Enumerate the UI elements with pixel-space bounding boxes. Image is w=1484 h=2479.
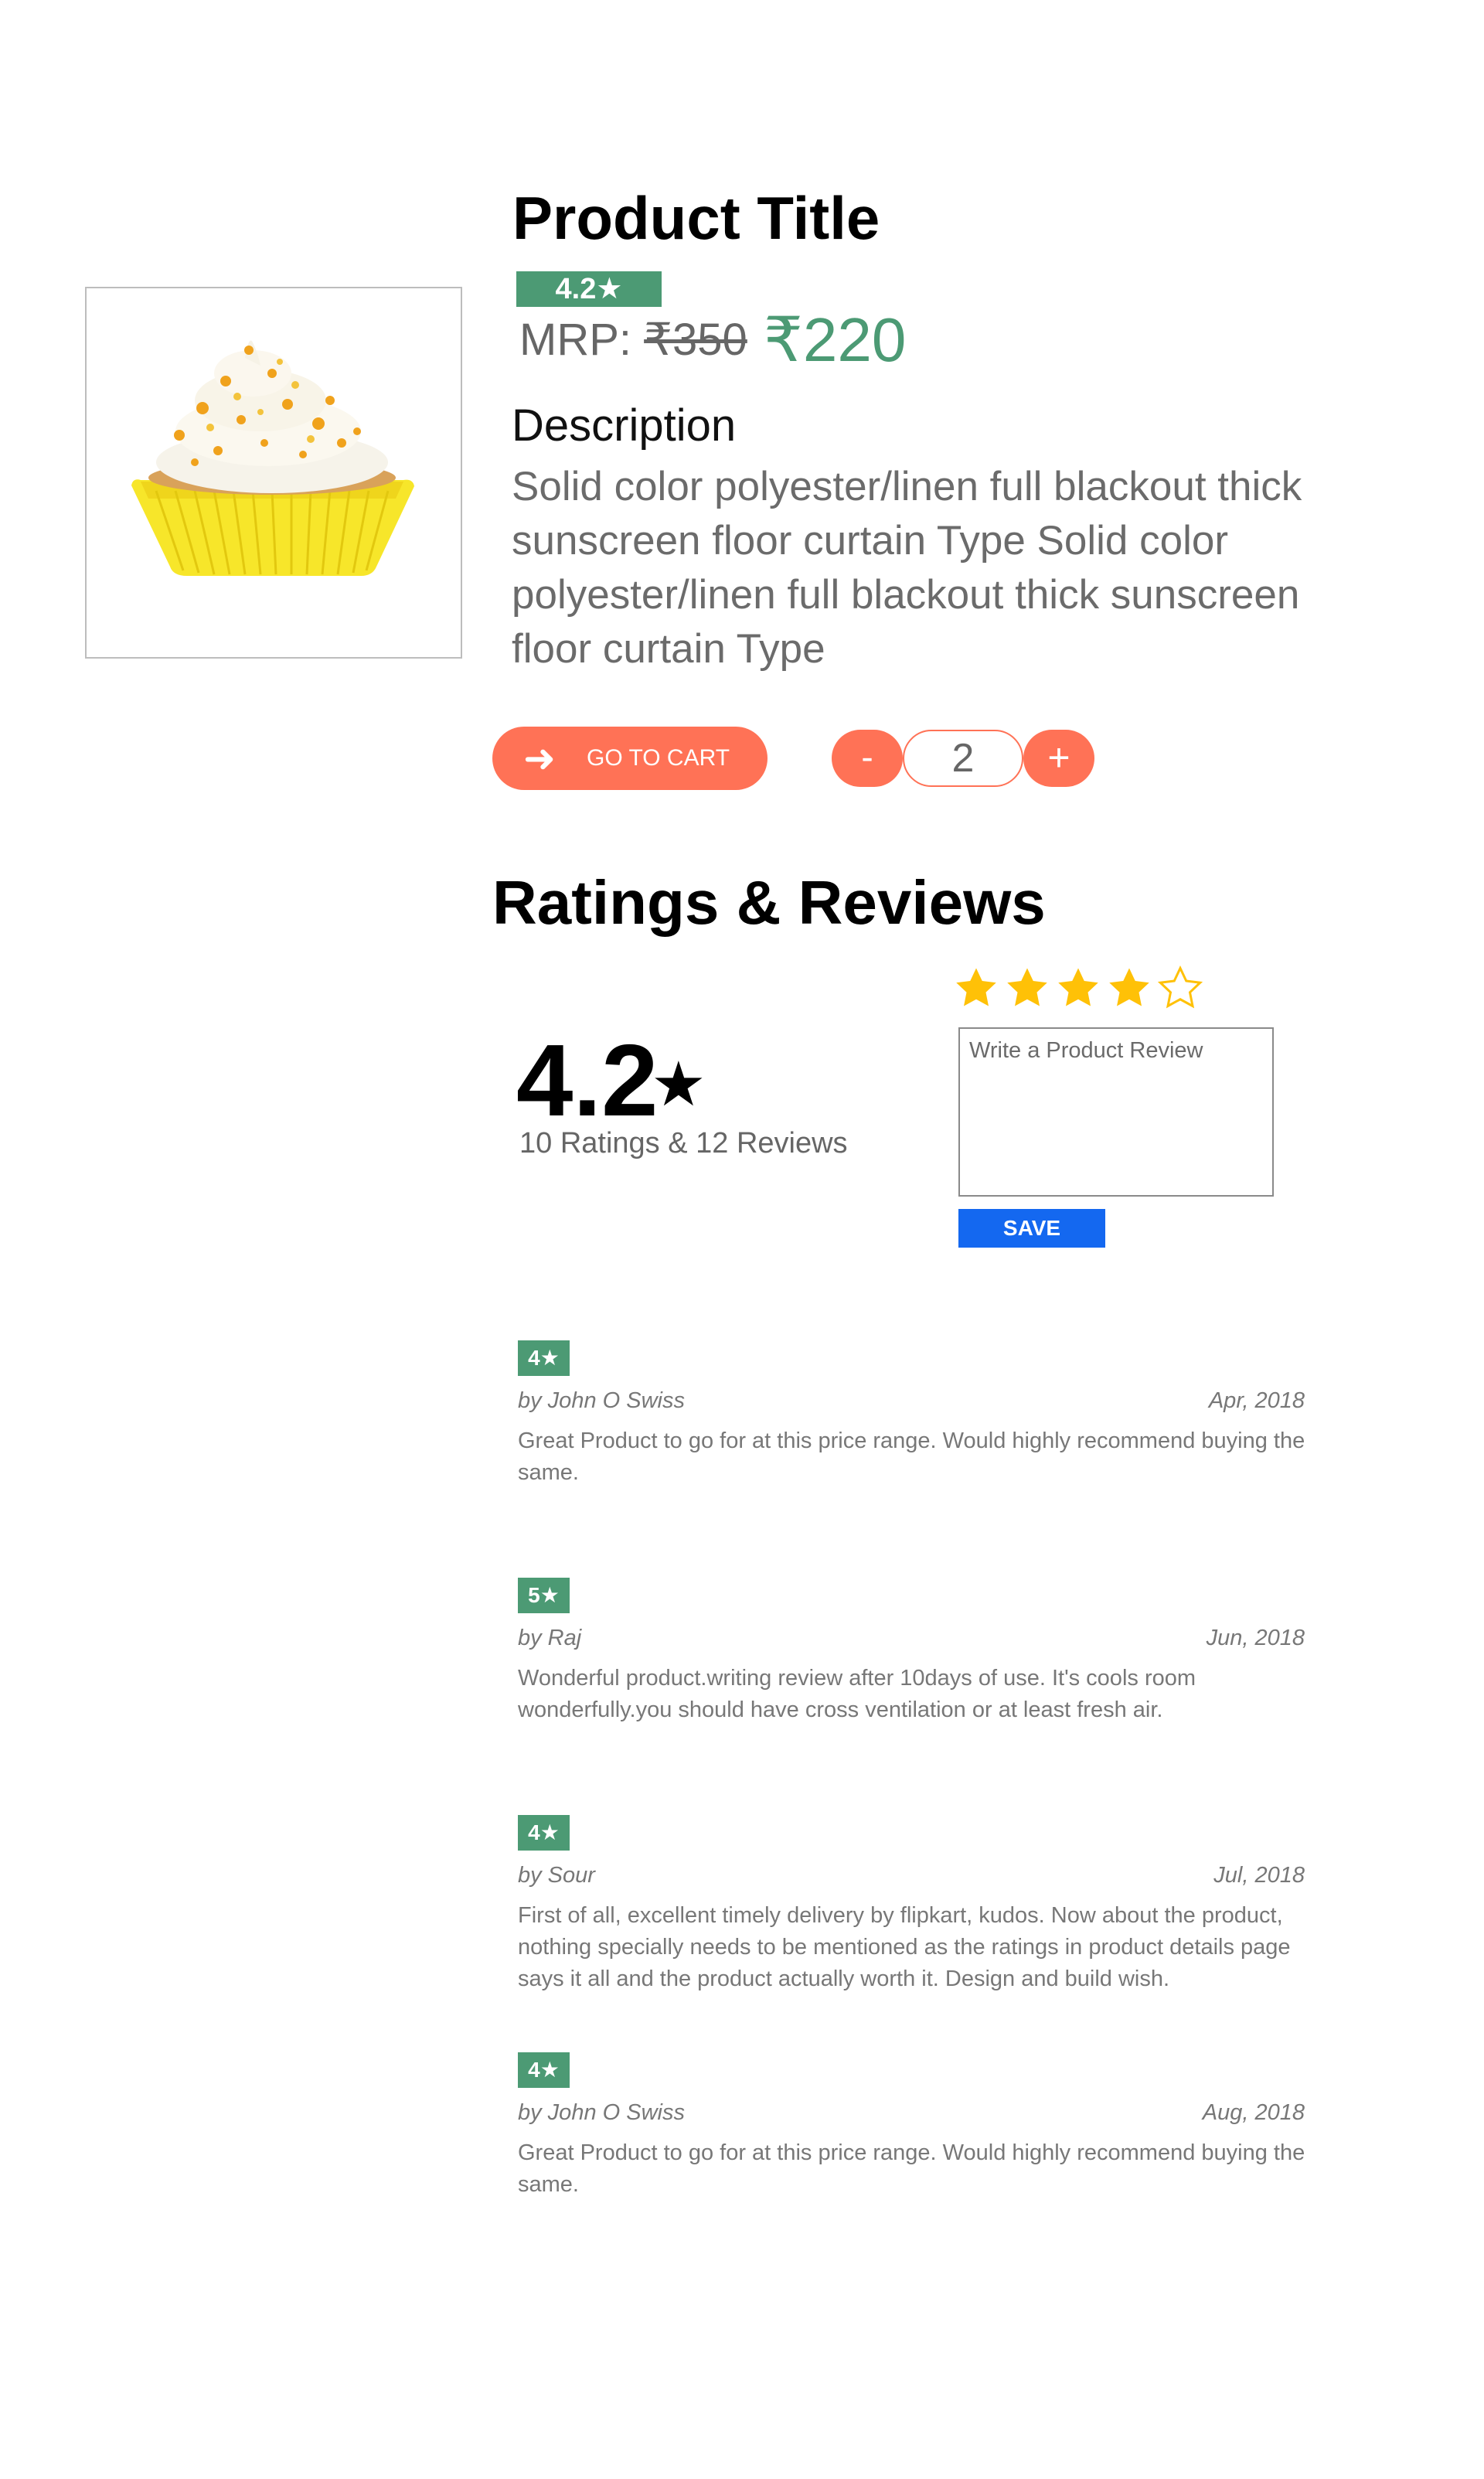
review-date: Aug, 2018 xyxy=(1202,2100,1305,2125)
star-icon: ★ xyxy=(651,1050,706,1119)
rating-badge: 4.2★ xyxy=(516,271,662,307)
description-heading: Description xyxy=(512,400,737,451)
review-textarea[interactable] xyxy=(958,1027,1274,1197)
review-rating-badge: 4★ xyxy=(518,1340,570,1376)
go-to-cart-button[interactable]: ➜ GO TO CART xyxy=(492,727,768,790)
review-date: Jul, 2018 xyxy=(1213,1863,1305,1888)
quantity-increase-button[interactable]: + xyxy=(1023,730,1094,787)
arrow-right-icon: ➜ xyxy=(523,737,556,780)
save-button[interactable]: SAVE xyxy=(958,1209,1105,1248)
star-4[interactable] xyxy=(1105,965,1156,1013)
ratings-reviews-heading: Ratings & Reviews xyxy=(492,868,1046,937)
review-text: Wonderful product.writing review after 1… xyxy=(518,1666,1196,1722)
review-rating-badge: 4★ xyxy=(518,2052,570,2088)
star-3[interactable] xyxy=(1054,965,1105,1013)
review-date: Jun, 2018 xyxy=(1206,1626,1305,1650)
mrp-label: MRP: xyxy=(519,315,645,365)
review-author: by John O Swiss xyxy=(518,2100,685,2125)
product-title: Product Title xyxy=(512,184,880,252)
product-image xyxy=(85,287,462,659)
review-author: by Sour xyxy=(518,1863,595,1888)
review-text: Great Product to go for at this price ra… xyxy=(518,1428,1305,1485)
mrp-value: ₹350 xyxy=(644,315,747,365)
sale-price: ₹220 xyxy=(764,305,907,374)
review-rating-badge: 4★ xyxy=(518,1815,570,1851)
review-author: by Raj xyxy=(518,1626,582,1650)
description-text: Solid color polyester/linen full blackou… xyxy=(512,464,1302,672)
review-rating-badge: 5★ xyxy=(518,1578,570,1613)
star-rating-input[interactable] xyxy=(952,965,1207,1013)
review-text: First of all, excellent timely delivery … xyxy=(518,1903,1291,1991)
star-1[interactable] xyxy=(952,965,1003,1013)
star-5[interactable] xyxy=(1156,965,1207,1013)
quantity-decrease-button[interactable]: - xyxy=(832,730,903,787)
ratings-count: 10 Ratings & 12 Reviews xyxy=(519,1127,848,1159)
review-author: by John O Swiss xyxy=(518,1388,685,1413)
review-text: Great Product to go for at this price ra… xyxy=(518,2140,1305,2197)
go-to-cart-label: GO TO CART xyxy=(587,745,730,771)
mrp-price: MRP: ₹350 xyxy=(519,309,747,371)
review-date: Apr, 2018 xyxy=(1208,1388,1305,1413)
star-2[interactable] xyxy=(1003,965,1054,1013)
cupcake-image xyxy=(131,340,414,576)
quantity-input[interactable] xyxy=(903,730,1023,787)
average-rating: 4.2 xyxy=(516,1023,659,1137)
